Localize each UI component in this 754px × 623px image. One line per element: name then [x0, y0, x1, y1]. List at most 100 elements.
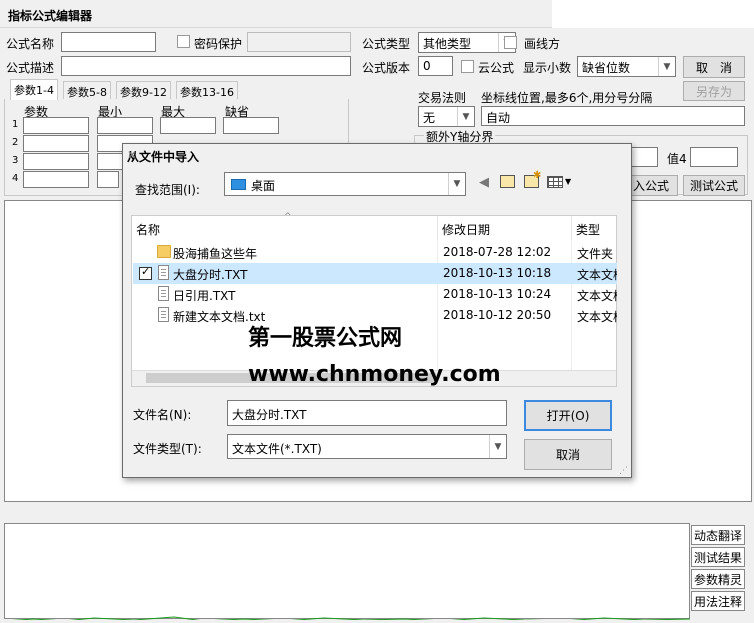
type-label: 公式类型	[362, 37, 411, 51]
param-row-number: 1	[12, 119, 19, 130]
filename-label: 文件名(N):	[133, 408, 192, 422]
chevron-down-icon: ▼	[457, 107, 474, 126]
param-cell[interactable]	[23, 135, 89, 152]
filetype-select[interactable]: 文本文件(*.TXT) ▼	[227, 434, 507, 459]
param-cell[interactable]	[160, 117, 216, 134]
desc-input[interactable]	[61, 56, 351, 76]
chart-strip	[4, 612, 690, 620]
param-row-number: 2	[12, 137, 19, 148]
file-date: 2018-10-12 20:50	[443, 308, 552, 322]
import-file-dialog: 从文件中导入 ✕ 查找范围(I): 桌面 ▼ ◀ ✱ ▼ ^ 名称 修改日期 类…	[122, 143, 632, 478]
file-icon	[158, 307, 169, 322]
password-label: 密码保护	[194, 37, 243, 51]
chart-lines-icon	[11, 616, 690, 620]
lookin-select[interactable]: 桌面 ▼	[224, 172, 466, 196]
lookin-value: 桌面	[251, 179, 276, 193]
editor-splitter	[4, 503, 752, 521]
file-row[interactable]: 日引用.TXT 2018-10-13 10:24 文本文档	[133, 284, 617, 305]
save-as-button[interactable]: 另存为	[683, 81, 745, 101]
resize-grip-icon[interactable]: ⋰	[619, 466, 628, 476]
decimal-label: 显示小数	[523, 61, 572, 75]
param-cell[interactable]	[223, 117, 279, 134]
chevron-down-icon: ▼	[489, 435, 506, 458]
value3-input[interactable]	[628, 147, 658, 167]
dialog-title-bar: 从文件中导入 ✕	[123, 144, 631, 166]
desktop-icon	[231, 179, 246, 190]
file-type: 文本文档	[577, 310, 617, 324]
dialog-cancel-button[interactable]: 取消	[524, 439, 612, 470]
output-panel	[4, 523, 690, 619]
cloud-checkbox[interactable]	[461, 60, 474, 73]
tab-params-1-4[interactable]: 参数1-4	[10, 79, 58, 100]
file-type: 文件夹	[577, 247, 614, 261]
title-corner	[552, 0, 754, 28]
password-checkbox[interactable]	[177, 35, 190, 48]
param-cell[interactable]	[97, 117, 153, 134]
tab-params-13-16[interactable]: 参数13-16	[176, 81, 238, 99]
password-input	[247, 32, 351, 52]
axis-input[interactable]: 自动	[481, 106, 745, 126]
file-name: 股海捕鱼这些年	[173, 247, 258, 261]
file-name: 大盘分时.TXT	[173, 268, 248, 282]
param-cell[interactable]	[23, 153, 89, 170]
file-icon	[158, 286, 169, 301]
chevron-down-icon: ▼	[658, 57, 675, 76]
column-date[interactable]: 修改日期	[438, 216, 572, 240]
row-checkbox[interactable]: ✓	[139, 265, 152, 280]
window-title: 指标公式编辑器	[8, 9, 93, 23]
param-cell[interactable]	[23, 171, 89, 188]
version-input[interactable]: 0	[418, 56, 453, 76]
decimal-select-value: 缺省位数	[582, 61, 631, 75]
file-row-selected[interactable]: ✓ 大盘分时.TXT 2018-10-13 10:18 文本文档	[133, 263, 617, 284]
column-type[interactable]: 类型	[572, 216, 618, 240]
title-bar: 指标公式编辑器	[0, 0, 552, 28]
usage-notes-button[interactable]: 用法注释	[691, 591, 745, 611]
param-cell[interactable]	[97, 171, 119, 188]
value4-label: 值4	[667, 152, 687, 166]
param-cell[interactable]	[23, 117, 89, 134]
watermark-url: www.chnmoney.com	[248, 362, 501, 387]
dynamic-translate-button[interactable]: 动态翻译	[691, 525, 745, 545]
file-icon	[158, 265, 169, 280]
import-formula-button[interactable]: 入公式	[624, 175, 678, 196]
tab-params-5-8[interactable]: 参数5-8	[63, 81, 111, 99]
column-name[interactable]: 名称	[132, 216, 438, 240]
decimal-select[interactable]: 缺省位数 ▼	[577, 56, 676, 77]
back-icon[interactable]: ◀	[479, 175, 489, 190]
param-wizard-button[interactable]: 参数精灵	[691, 569, 745, 589]
file-date: 2018-07-28 12:02	[443, 245, 552, 259]
file-type: 文本文档	[577, 289, 617, 303]
test-result-button[interactable]: 测试结果	[691, 547, 745, 567]
cancel-button[interactable]: 取 消	[683, 56, 745, 78]
view-menu-icon[interactable]	[547, 176, 563, 188]
trade-rule-value: 无	[423, 111, 436, 125]
tab-params-9-12[interactable]: 参数9-12	[116, 81, 171, 99]
up-folder-icon[interactable]	[500, 175, 515, 188]
chevron-down-icon: ▼	[448, 173, 465, 195]
close-icon[interactable]: ✕	[127, 148, 627, 162]
file-date: 2018-10-13 10:24	[443, 287, 552, 301]
version-label: 公式版本	[362, 61, 411, 75]
filetype-label: 文件类型(T):	[133, 442, 202, 456]
open-button[interactable]: 打开(O)	[524, 400, 612, 431]
watermark-title: 第一股票公式网	[248, 326, 403, 351]
cloud-label: 云公式	[478, 61, 515, 75]
trade-rule-select[interactable]: 无 ▼	[418, 106, 475, 127]
type-select-value: 其他类型	[423, 37, 472, 51]
axis-label: 坐标线位置,最多6个,用分号分隔	[481, 91, 653, 105]
test-formula-button[interactable]: 测试公式	[683, 175, 745, 196]
chevron-down-icon[interactable]: ▼	[565, 177, 571, 186]
name-input[interactable]	[61, 32, 156, 52]
value4-input[interactable]	[690, 147, 738, 167]
name-label: 公式名称	[6, 37, 55, 51]
draw-checkbox[interactable]	[504, 36, 517, 49]
sparkle-icon: ✱	[533, 170, 542, 181]
check-icon: ✓	[141, 265, 151, 278]
file-name: 日引用.TXT	[173, 289, 236, 303]
file-type: 文本文档	[577, 268, 617, 282]
filename-input[interactable]: 大盘分时.TXT	[227, 400, 507, 426]
type-select[interactable]: 其他类型 ▼	[418, 32, 516, 53]
file-row[interactable]: 股海捕鱼这些年 2018-07-28 12:02 文件夹	[133, 242, 617, 263]
param-row-number: 3	[12, 155, 19, 166]
draw-label: 画线方	[524, 37, 561, 51]
